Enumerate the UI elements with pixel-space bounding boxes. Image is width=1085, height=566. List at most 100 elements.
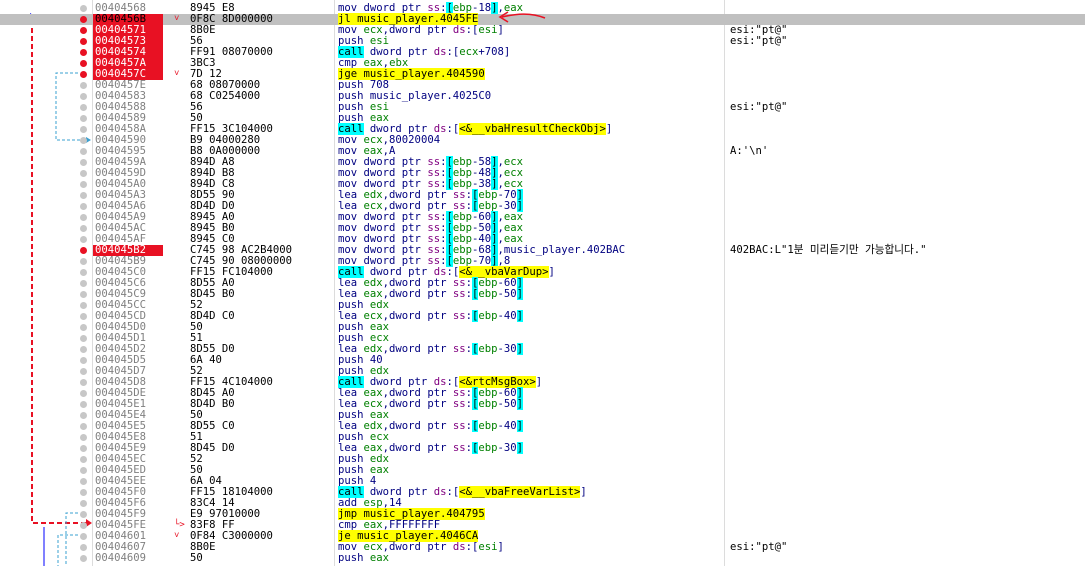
instruction-cell[interactable]: lea edx,dword ptr ss:[ebp-40] (338, 420, 724, 432)
breakpoint-slot-icon[interactable] (80, 93, 87, 100)
bytes-cell[interactable]: 8D4D B0 (190, 399, 330, 410)
disasm-row[interactable]: 004045C0 FF15 FC104000 call dword ptr ds:[… (0, 266, 1085, 278)
breakpoint-slot-icon[interactable] (80, 302, 87, 309)
disasm-row[interactable]: 00404601 ˅ 0F84 C3000000 je music_player.40… (0, 530, 1085, 542)
breakpoint-slot-icon[interactable] (80, 269, 87, 276)
breakpoint-slot-icon[interactable] (80, 258, 87, 265)
breakpoint-slot-icon[interactable] (80, 181, 87, 188)
breakpoint-dot-icon[interactable] (80, 49, 87, 56)
breakpoint-slot-icon[interactable] (80, 192, 87, 199)
breakpoint-dot-icon[interactable] (80, 60, 87, 67)
breakpoint-dot-icon[interactable] (80, 38, 87, 45)
bytes-cell[interactable]: 8D4D C0 (190, 311, 330, 322)
disasm-row[interactable]: 0040457E 68 08070000 push 708 (0, 80, 1085, 91)
disasm-row[interactable]: 004045A6 8D4D D0 lea ecx,dword ptr ss:[ebp… (0, 200, 1085, 212)
instruction-cell[interactable]: push music_player.4025C0 (338, 91, 724, 102)
breakpoint-slot-icon[interactable] (80, 467, 87, 474)
breakpoint-slot-icon[interactable] (80, 291, 87, 298)
breakpoint-slot-icon[interactable] (80, 5, 87, 12)
breakpoint-slot-icon[interactable] (80, 445, 87, 452)
disasm-row[interactable]: 004045CC 52 push edx (0, 300, 1085, 311)
instruction-cell[interactable]: lea eax,dword ptr ss:[ebp-30] (338, 442, 724, 454)
instruction-cell[interactable]: push esi (338, 102, 724, 113)
breakpoint-dot-icon[interactable] (80, 27, 87, 34)
instruction-cell[interactable]: push eax (338, 553, 724, 564)
disasm-row[interactable]: 00404590 B9 04000280 mov ecx,80020004 (0, 135, 1085, 146)
bytes-cell[interactable]: 50 (190, 553, 330, 564)
disasm-row[interactable]: 00404583 68 C0254000 push music_player.402… (0, 91, 1085, 102)
breakpoint-slot-icon[interactable] (80, 137, 87, 144)
breakpoint-slot-icon[interactable] (80, 313, 87, 320)
disasm-row[interactable]: 0040458A FF15 3C104000 call dword ptr ds:[… (0, 123, 1085, 135)
breakpoint-slot-icon[interactable] (80, 280, 87, 287)
instruction-cell[interactable]: push 40 (338, 355, 724, 366)
disasm-row[interactable]: 004045E4 50 push eax (0, 410, 1085, 421)
breakpoint-slot-icon[interactable] (80, 412, 87, 419)
disasm-row[interactable]: 004045D8 FF15 4C104000 call dword ptr ds:[… (0, 376, 1085, 388)
disasm-row[interactable]: 0040457A 3BC3 cmp eax,ebx (0, 58, 1085, 69)
instruction-cell[interactable]: push eax (338, 465, 724, 476)
disasm-row[interactable]: 004045EC 52 push edx (0, 454, 1085, 465)
comment-cell[interactable]: A:'\n' (730, 146, 1085, 157)
disasm-row[interactable]: 004045F6 83C4 14 add esp,14 (0, 498, 1085, 509)
disasm-row[interactable]: 00404609 50 push eax (0, 553, 1085, 564)
disasm-row[interactable]: 004045B2 C745 98 AC2B4000 mov dword ptr ss… (0, 244, 1085, 256)
instruction-cell[interactable]: lea eax,dword ptr ss:[ebp-50] (338, 288, 724, 300)
breakpoint-slot-icon[interactable] (80, 82, 87, 89)
disasm-row[interactable]: 004045E5 8D55 C0 lea edx,dword ptr ss:[ebp… (0, 420, 1085, 432)
disasm-row[interactable]: 00404607 8B0E mov ecx,dword ptr ds:[esi] es… (0, 542, 1085, 553)
disasm-row[interactable]: 004045D5 6A 40 push 40 (0, 355, 1085, 366)
bytes-cell[interactable]: 50 (190, 322, 330, 333)
disasm-row[interactable]: 004045DE 8D45 A0 lea eax,dword ptr ss:[ebp… (0, 387, 1085, 399)
disasm-row[interactable]: 004045A3 8D55 90 lea edx,dword ptr ss:[ebp… (0, 189, 1085, 201)
breakpoint-slot-icon[interactable] (80, 390, 87, 397)
breakpoint-dot-icon[interactable] (80, 71, 87, 78)
comment-cell[interactable]: esi:"pt@" (730, 36, 1085, 47)
disasm-row[interactable]: 00404588 56 push esi esi:"pt@" (0, 102, 1085, 113)
breakpoint-slot-icon[interactable] (80, 159, 87, 166)
instruction-cell[interactable]: lea edx,dword ptr ss:[ebp-30] (338, 343, 724, 355)
breakpoint-slot-icon[interactable] (80, 148, 87, 155)
breakpoint-slot-icon[interactable] (80, 368, 87, 375)
disasm-row[interactable]: 004045CD 8D4D C0 lea ecx,dword ptr ss:[ebp… (0, 310, 1085, 322)
instruction-cell[interactable]: lea ecx,dword ptr ss:[ebp-40] (338, 310, 724, 322)
bytes-cell[interactable]: 6A 40 (190, 355, 330, 366)
disasm-row[interactable]: 00404595 B8 0A000000 mov eax,A A:'\n' (0, 146, 1085, 157)
comment-cell[interactable]: esi:"pt@" (730, 542, 1085, 553)
breakpoint-slot-icon[interactable] (80, 236, 87, 243)
disasm-row[interactable]: 004045F9 E9 97010000 jmp music_player.4047… (0, 508, 1085, 520)
breakpoint-dot-icon[interactable] (80, 16, 87, 23)
disasm-row[interactable]: 004045D1 51 push ecx (0, 333, 1085, 344)
bytes-cell[interactable]: 8D45 D0 (190, 443, 330, 454)
disasm-row[interactable]: 00404574 FF91 08070000 call dword ptr ds:[… (0, 46, 1085, 58)
breakpoint-slot-icon[interactable] (80, 522, 87, 529)
breakpoint-slot-icon[interactable] (80, 357, 87, 364)
bytes-cell[interactable]: 8B0E (190, 25, 330, 36)
breakpoint-slot-icon[interactable] (80, 434, 87, 441)
bytes-cell[interactable]: 8D45 B0 (190, 289, 330, 300)
breakpoint-slot-icon[interactable] (80, 214, 87, 221)
breakpoint-slot-icon[interactable] (80, 555, 87, 562)
breakpoint-slot-icon[interactable] (80, 335, 87, 342)
breakpoint-slot-icon[interactable] (80, 544, 87, 551)
bytes-cell[interactable]: 68 C0254000 (190, 91, 330, 102)
instruction-cell[interactable]: mov ecx,80020004 (338, 135, 724, 146)
breakpoint-slot-icon[interactable] (80, 478, 87, 485)
disasm-row[interactable]: 004045C9 8D45 B0 lea eax,dword ptr ss:[ebp… (0, 288, 1085, 300)
disasm-row[interactable]: 0040459D 894D B8 mov dword ptr ss:[ebp-48]… (0, 167, 1085, 179)
instruction-cell[interactable]: push edx (338, 454, 724, 465)
comment-cell[interactable]: esi:"pt@" (730, 102, 1085, 113)
breakpoint-slot-icon[interactable] (80, 379, 87, 386)
disasm-row[interactable]: 004045D2 8D55 D0 lea edx,dword ptr ss:[ebp… (0, 343, 1085, 355)
breakpoint-slot-icon[interactable] (80, 489, 87, 496)
breakpoint-slot-icon[interactable] (80, 423, 87, 430)
disasm-row[interactable]: 004045E9 8D45 D0 lea eax,dword ptr ss:[ebp… (0, 442, 1085, 454)
breakpoint-slot-icon[interactable] (80, 511, 87, 518)
address-cell[interactable]: 00404609 (93, 553, 163, 564)
instruction-cell[interactable]: mov ecx,dword ptr ds:[esi] (338, 542, 724, 553)
disasm-row[interactable]: 004045FE └> 83F8 FF cmp eax,FFFFFFFF (0, 520, 1085, 531)
breakpoint-slot-icon[interactable] (80, 533, 87, 540)
breakpoint-slot-icon[interactable] (80, 170, 87, 177)
instruction-cell[interactable]: push eax (338, 322, 724, 333)
disasm-row[interactable]: 004045AC 8945 B0 mov dword ptr ss:[ebp-50]… (0, 222, 1085, 234)
